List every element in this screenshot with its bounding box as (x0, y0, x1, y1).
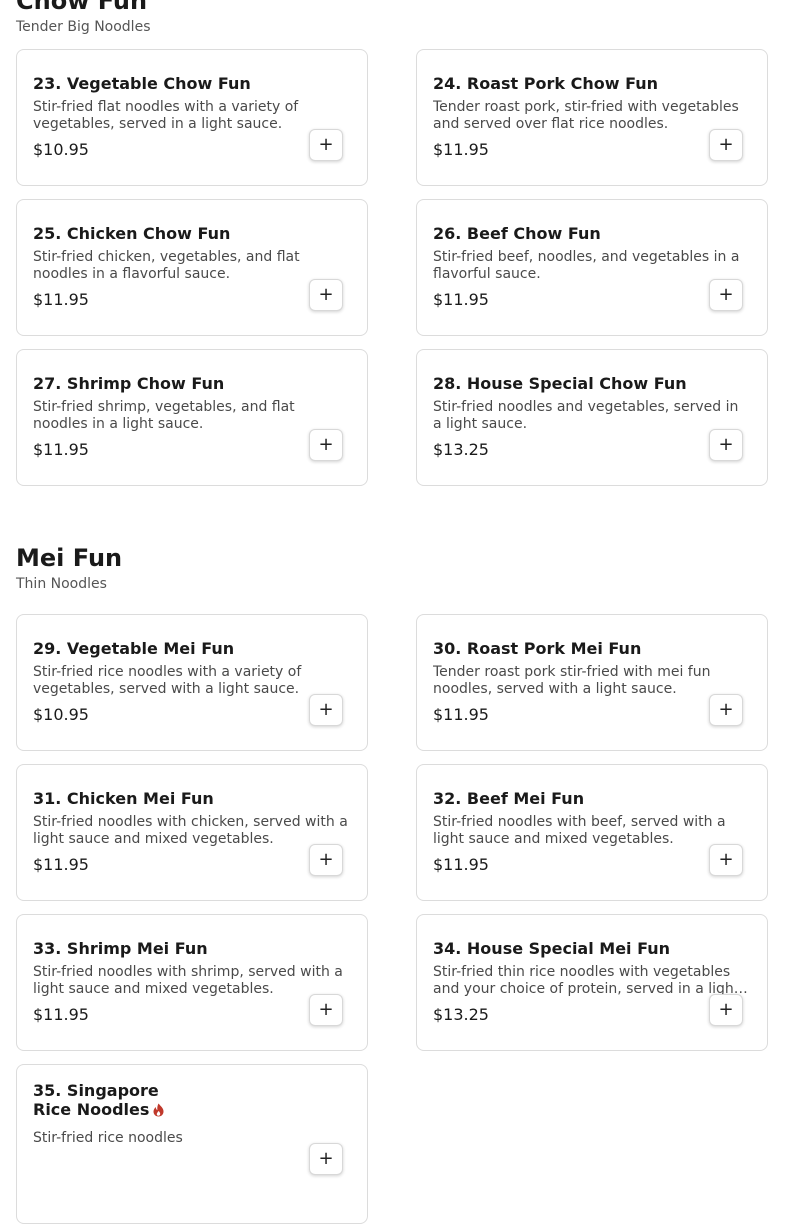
menu-item-card[interactable]: 29. Vegetable Mei Fun Stir-fried rice no… (16, 614, 368, 751)
item-description: Stir-fried rice noodles (33, 1130, 183, 1146)
menu-item-card[interactable]: 34. House Special Mei Fun Stir-fried thi… (416, 914, 768, 1051)
add-to-cart-button[interactable]: + (309, 844, 343, 876)
menu-item-card[interactable]: 27. Shrimp Chow Fun Stir-fried shrimp, v… (16, 349, 368, 486)
mei-fun-section: Mei Fun Thin Noodles 29. Vegetable Mei F… (16, 544, 769, 1224)
menu-item-card[interactable]: 25. Chicken Chow Fun Stir-fried chicken,… (16, 199, 368, 336)
item-name: 23. Vegetable Chow Fun (33, 74, 251, 93)
menu-item-card[interactable]: 23. Vegetable Chow Fun Stir-fried flat n… (16, 49, 368, 186)
item-name: 25. Chicken Chow Fun (33, 224, 231, 243)
item-description: Stir-fried chicken, vegetables, and flat… (33, 249, 300, 282)
add-to-cart-button[interactable]: + (709, 429, 743, 461)
section-subtitle: Tender Big Noodles (16, 19, 151, 35)
item-price: $11.95 (433, 705, 489, 724)
item-description: Stir-fried shrimp, vegetables, and flat … (33, 399, 295, 432)
item-name: 35. Singapore Rice Noodles (33, 1081, 183, 1121)
item-price: $11.95 (33, 290, 89, 309)
add-to-cart-button[interactable]: + (309, 1143, 343, 1175)
menu-item-card[interactable]: 26. Beef Chow Fun Stir-fried beef, noodl… (416, 199, 768, 336)
menu-item-card[interactable]: 28. House Special Chow Fun Stir-fried no… (416, 349, 768, 486)
item-name: 27. Shrimp Chow Fun (33, 374, 225, 393)
add-to-cart-button[interactable]: + (709, 129, 743, 161)
item-price: $11.95 (33, 440, 89, 459)
item-description: Stir-fried noodles with beef, served wit… (433, 814, 726, 847)
item-description: Stir-fried noodles and vegetables, serve… (433, 399, 739, 432)
item-description: Tender roast pork, stir-fried with veget… (433, 99, 739, 132)
item-description: Tender roast pork stir-fried with mei fu… (433, 664, 711, 697)
menu-item-card[interactable]: 31. Chicken Mei Fun Stir-fried noodles w… (16, 764, 368, 901)
item-price: $11.95 (33, 855, 89, 874)
add-to-cart-button[interactable]: + (309, 694, 343, 726)
add-to-cart-button[interactable]: + (309, 994, 343, 1026)
item-description: Stir-fried noodles with chicken, served … (33, 814, 348, 847)
add-to-cart-button[interactable]: + (709, 844, 743, 876)
item-price: $11.95 (433, 855, 489, 874)
item-price: $10.95 (33, 705, 89, 724)
section-title: Mei Fun (16, 544, 123, 572)
item-price: $11.95 (433, 290, 489, 309)
item-price: $10.95 (33, 140, 89, 159)
section-subtitle: Thin Noodles (16, 576, 107, 592)
item-name: 30. Roast Pork Mei Fun (433, 639, 642, 658)
item-name: 34. House Special Mei Fun (433, 939, 671, 958)
menu-item-card[interactable]: 32. Beef Mei Fun Stir-fried noodles with… (416, 764, 768, 901)
chow-fun-section: Chow Fun Tender Big Noodles 23. Vegetabl… (16, 0, 769, 486)
item-description: Stir-fried flat noodles with a variety o… (33, 99, 299, 132)
add-to-cart-button[interactable]: + (709, 279, 743, 311)
item-name: 28. House Special Chow Fun (433, 374, 687, 393)
item-price: $11.95 (433, 140, 489, 159)
add-to-cart-button[interactable]: + (309, 429, 343, 461)
section-title: Chow Fun (16, 0, 148, 15)
item-name: 31. Chicken Mei Fun (33, 789, 214, 808)
chili-pepper-icon (152, 1102, 165, 1121)
item-price: $13.25 (433, 440, 489, 459)
menu-item-card[interactable]: 33. Shrimp Mei Fun Stir-fried noodles wi… (16, 914, 368, 1051)
item-name: 33. Shrimp Mei Fun (33, 939, 208, 958)
item-name: 26. Beef Chow Fun (433, 224, 601, 243)
item-description: Stir-fried beef, noodles, and vegetables… (433, 249, 740, 282)
add-to-cart-button[interactable]: + (709, 994, 743, 1026)
item-name: 24. Roast Pork Chow Fun (433, 74, 658, 93)
item-description: Stir-fried thin rice noodles with vegeta… (433, 964, 740, 997)
add-to-cart-button[interactable]: + (309, 129, 343, 161)
item-name: 29. Vegetable Mei Fun (33, 639, 235, 658)
menu-item-card[interactable]: 35. Singapore Rice Noodles Stir-fried ri… (16, 1064, 368, 1224)
item-description: Stir-fried noodles with shrimp, served w… (33, 964, 343, 997)
item-name: 32. Beef Mei Fun (433, 789, 585, 808)
item-price: $13.25 (433, 1005, 489, 1024)
menu-item-card[interactable]: 24. Roast Pork Chow Fun Tender roast por… (416, 49, 768, 186)
add-to-cart-button[interactable]: + (709, 694, 743, 726)
menu-item-card[interactable]: 30. Roast Pork Mei Fun Tender roast pork… (416, 614, 768, 751)
item-description: Stir-fried rice noodles with a variety o… (33, 664, 302, 697)
item-name-text: 35. Singapore Rice Noodles (33, 1081, 159, 1119)
add-to-cart-button[interactable]: + (309, 279, 343, 311)
item-price: $11.95 (33, 1005, 89, 1024)
